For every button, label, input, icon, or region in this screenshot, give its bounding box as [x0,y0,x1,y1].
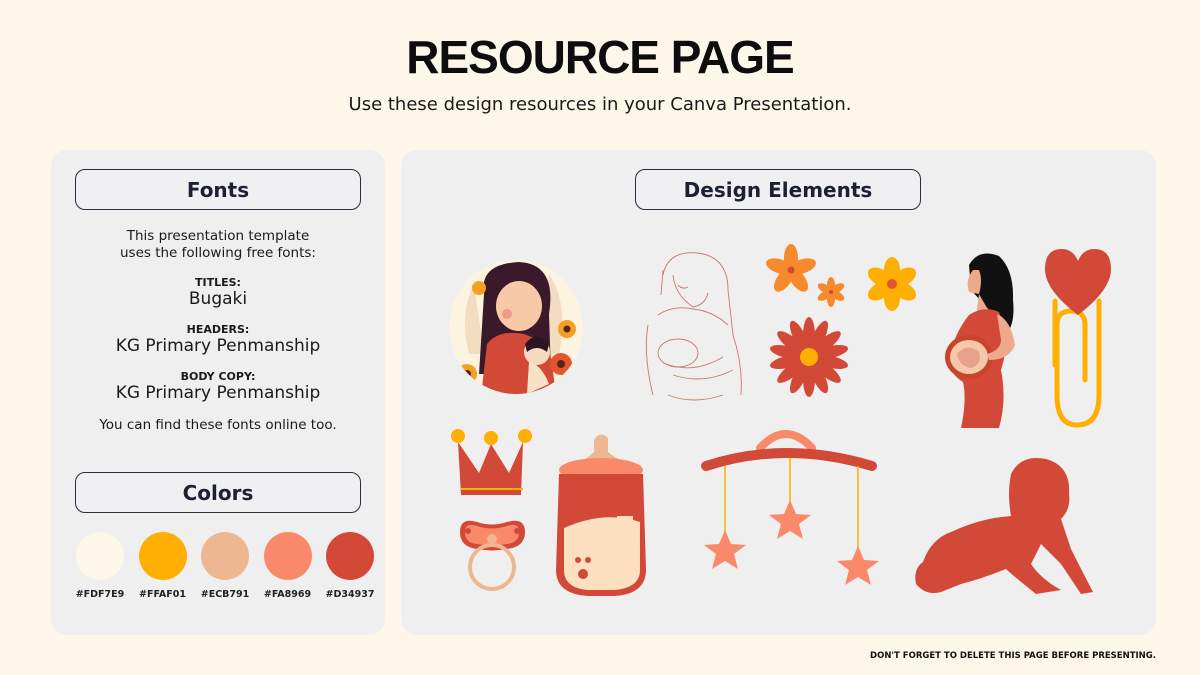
design-elements-panel: Design Elements [401,150,1156,635]
swatch-circle [138,532,187,580]
fonts-intro: This presentation template uses the foll… [51,228,385,262]
baby-bottle[interactable] [554,430,648,596]
font-entry-titles: TITLES: Bugaki [51,276,385,309]
font-name: KG Primary Penmanship [115,336,321,356]
orange-flowers[interactable] [763,242,853,310]
fonts-info: This presentation template uses the foll… [51,228,385,433]
colors-heading: Colors [75,472,361,513]
color-swatch: #FFAF01 [138,532,188,600]
color-swatches: #FDF7E9 #FFAF01 #ECB791 #FA8969 #D34937 [75,532,375,600]
font-label: TITLES: [195,276,241,289]
pregnant-woman[interactable] [939,250,1025,428]
color-swatch: #ECB791 [200,532,250,600]
baby-mobile[interactable] [700,426,880,604]
swatch-circle [263,532,312,580]
swatch-label: #FA8969 [263,589,312,600]
breastfeeding-line-art[interactable] [633,245,753,410]
swatch-circle [76,532,124,580]
page-subtitle: Use these design resources in your Canva… [348,94,852,115]
font-label: HEADERS: [186,323,250,336]
font-entry-headers: HEADERS: KG Primary Penmanship [51,323,385,356]
swatch-label: #FDF7E9 [75,589,125,600]
mother-and-baby-illustration[interactable] [449,244,583,410]
fonts-heading: Fonts [75,169,361,210]
color-swatch: #FDF7E9 [75,532,125,600]
swatch-label: #D34937 [325,589,375,600]
color-swatch: #FA8969 [263,532,313,600]
fonts-intro-line1: This presentation template [126,228,310,244]
font-label: BODY COPY: [180,370,256,383]
pacifier[interactable] [455,517,529,593]
heart-paperclip[interactable] [1041,245,1115,431]
fonts-intro-line2: uses the following free fonts: [119,245,316,261]
swatch-label: #ECB791 [200,589,250,600]
fonts-outro: You can find these fonts online too. [99,417,337,433]
fonts-colors-panel: Fonts This presentation template uses th… [51,150,385,635]
font-name: Bugaki [188,289,248,309]
yellow-flower[interactable] [863,253,921,315]
font-name: KG Primary Penmanship [115,383,321,403]
crown[interactable] [451,428,533,498]
red-daisy[interactable] [764,312,854,402]
design-elements-heading: Design Elements [635,169,921,210]
swatch-circle [201,532,249,580]
swatch-circle [326,532,374,580]
swatch-label: #FFAF01 [139,589,186,600]
color-swatch: #D34937 [325,532,375,600]
page-title: RESOURCE PAGE [406,31,794,83]
crawling-baby-silhouette[interactable] [911,454,1097,602]
font-entry-body: BODY COPY: KG Primary Penmanship [51,370,385,403]
footer-note: DON'T FORGET TO DELETE THIS PAGE BEFORE … [870,651,1156,661]
